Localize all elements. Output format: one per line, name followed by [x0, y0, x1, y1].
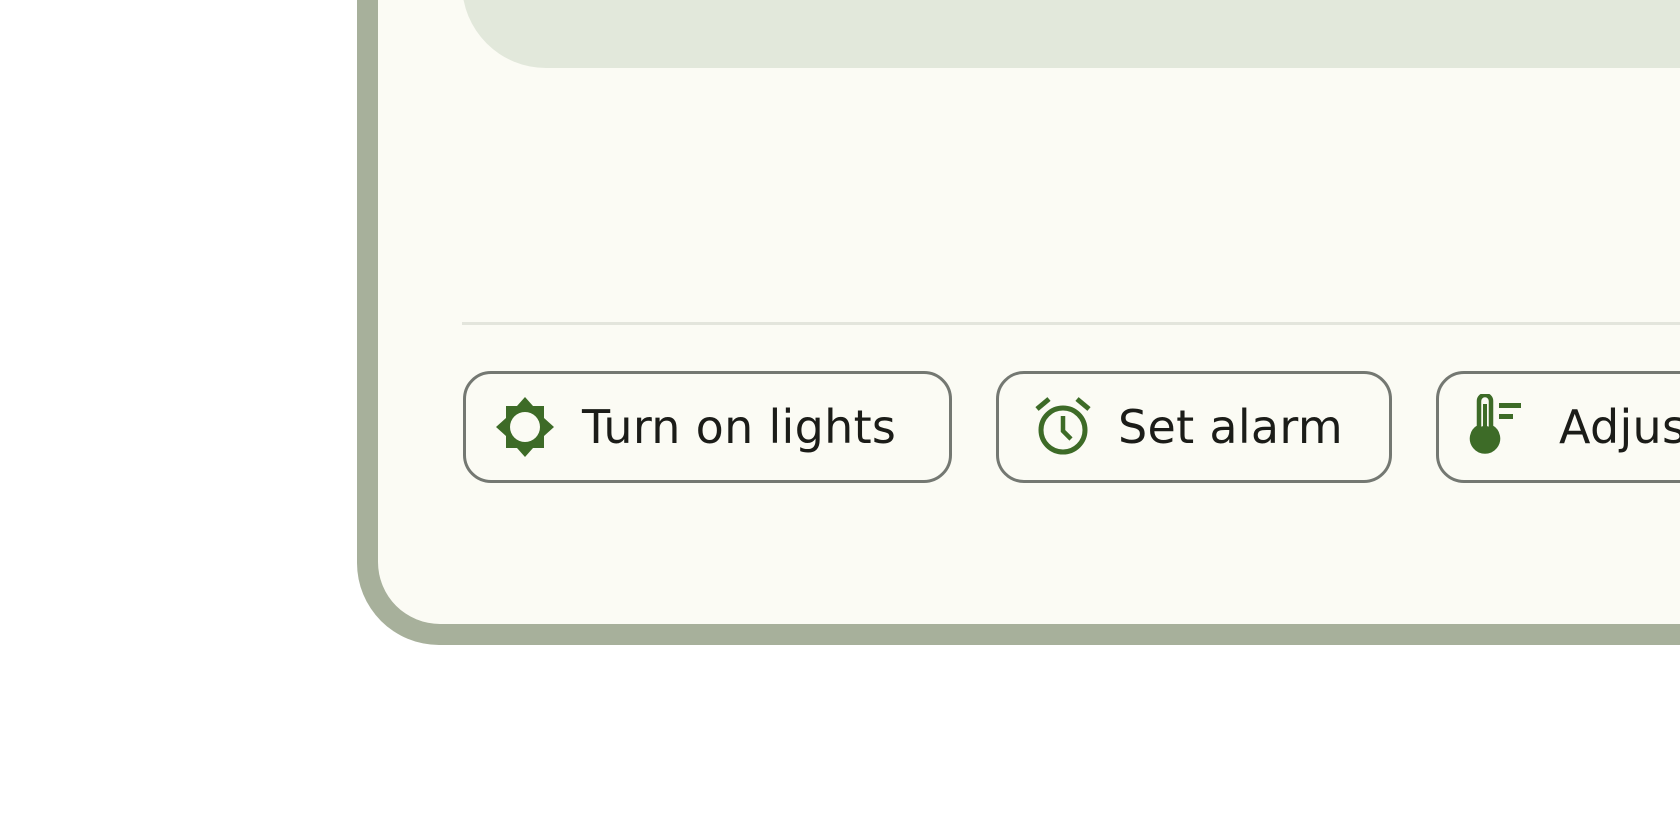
suggestion-label: Turn on lights [582, 400, 897, 454]
assistant-screen: Turn on lights Set alarm Adjust [378, 0, 1680, 624]
thermostat-icon [1465, 394, 1531, 460]
suggestion-label: Set alarm [1118, 400, 1343, 454]
alarm-clock-icon [1030, 394, 1096, 460]
suggestion-chip-adjust[interactable]: Adjust [1436, 371, 1680, 483]
suggestion-label: Adjust [1559, 400, 1680, 454]
response-card [462, 0, 1680, 68]
suggestion-chip-turn-on-lights[interactable]: Turn on lights [463, 371, 952, 483]
brightness-icon [492, 394, 558, 460]
divider [462, 322, 1680, 325]
suggestion-chip-set-alarm[interactable]: Set alarm [996, 371, 1392, 483]
